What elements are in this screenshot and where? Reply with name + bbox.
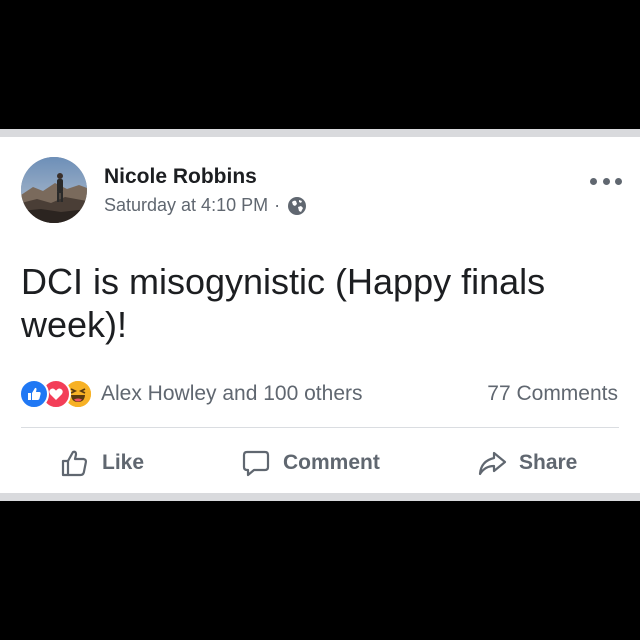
comment-button[interactable]: Comment: [241, 443, 380, 483]
post-meta: Saturday at 4:10 PM ·: [104, 195, 307, 216]
post-timestamp[interactable]: Saturday at 4:10 PM: [104, 195, 268, 216]
action-bar: Like Comment Share: [0, 443, 640, 483]
like-reaction-icon: [19, 379, 49, 409]
post-text: DCI is misogynistic (Happy finals week)!: [21, 261, 546, 345]
meta-separator: ·: [274, 195, 281, 215]
share-label: Share: [519, 451, 578, 474]
actions-divider: [21, 427, 619, 428]
avatar[interactable]: [21, 157, 87, 223]
post-card: Nicole Robbins Saturday at 4:10 PM · DCI…: [0, 137, 640, 493]
reaction-summary[interactable]: Alex Howley and 100 others: [19, 379, 363, 409]
globe-icon[interactable]: [287, 196, 307, 216]
more-options-icon[interactable]: [590, 175, 622, 187]
thumbs-up-icon: [60, 447, 92, 479]
comments-count[interactable]: 77 Comments: [487, 382, 618, 406]
comment-label: Comment: [283, 451, 380, 474]
author-name[interactable]: Nicole Robbins: [104, 165, 257, 189]
like-label: Like: [102, 451, 145, 474]
reactors-text[interactable]: Alex Howley and 100 others: [101, 382, 363, 406]
avatar-photo: [21, 157, 87, 223]
share-button[interactable]: Share: [477, 443, 577, 483]
top-separator: [0, 129, 640, 137]
comment-bubble-icon: [241, 447, 273, 479]
share-arrow-icon: [477, 447, 509, 479]
bottom-separator: [0, 493, 640, 501]
like-button[interactable]: Like: [60, 443, 144, 483]
